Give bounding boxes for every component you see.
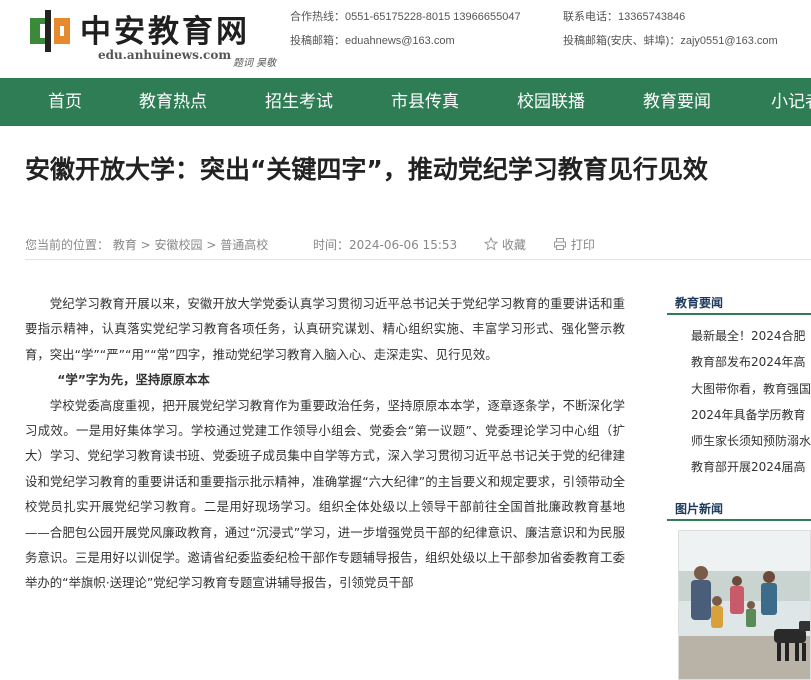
breadcrumb-path[interactable]: ： 教育 > 安徽校园 > 普通高校 bbox=[97, 238, 268, 252]
main-nav: 首页 教育热点 招生考试 市县传真 校园联播 教育要闻 小记者 bbox=[0, 78, 811, 126]
article-body: 党纪学习教育开展以来，安徽开放大学党委认真学习贯彻习近平总书记关于党纪学习教育的… bbox=[25, 291, 625, 596]
contact-email[interactable]: 投稿邮箱：eduahnews@163.com bbox=[290, 32, 455, 48]
logo-title: 中安教育网 bbox=[80, 14, 250, 50]
photo-news-illustration bbox=[679, 531, 810, 679]
favorite-button[interactable]: 收藏 bbox=[484, 236, 526, 253]
sidebar-news-item[interactable]: 2024年具备学历教育 bbox=[691, 402, 811, 428]
sidebar-news-list: 最新最全！2024合肥 教育部发布2024年高 大图带你看，教育强国 2024年… bbox=[691, 323, 811, 481]
nav-item-education-news[interactable]: 教育要闻 bbox=[643, 78, 711, 126]
paragraph: 党纪学习教育开展以来，安徽开放大学党委认真学习贯彻习近平总书记关于党纪学习教育的… bbox=[25, 296, 625, 362]
sidebar-photo-heading[interactable]: 图片新闻 bbox=[667, 497, 811, 521]
sidebar-photo-heading-label: 图片新闻 bbox=[675, 502, 724, 516]
star-icon bbox=[484, 237, 498, 251]
nav-item-young-reporter[interactable]: 小记者 bbox=[771, 78, 811, 126]
printer-icon bbox=[554, 238, 566, 250]
logo-signature: 题词 吴敬 bbox=[233, 58, 277, 69]
nav-item-campus[interactable]: 校园联播 bbox=[517, 78, 585, 126]
section-heading: “学”字为先，坚持原原本本 bbox=[57, 372, 210, 388]
sidebar-news-item[interactable]: 大图带你看，教育强国 bbox=[691, 376, 811, 402]
article-title: 安徽开放大学：突出“关键四字”，推动党纪学习教育见行见效 bbox=[25, 155, 708, 184]
paragraph: 学校党委高度重视，把开展党纪学习教育作为重要政治任务，坚持原原本本学，逐章逐条学… bbox=[25, 397, 625, 591]
favorite-label: 收藏 bbox=[501, 238, 526, 252]
meta-divider bbox=[25, 259, 811, 260]
site-logo[interactable]: 中安教育网 edu.anhuinews.com 题词 吴敬 bbox=[28, 6, 276, 70]
logo-url: edu.anhuinews.com bbox=[98, 48, 232, 62]
site-header: 中安教育网 edu.anhuinews.com 题词 吴敬 合作热线：0551-… bbox=[0, 0, 811, 78]
sidebar-news-item[interactable]: 教育部开展2024届高 bbox=[691, 454, 811, 480]
nav-item-home[interactable]: 首页 bbox=[48, 78, 82, 126]
photo-news-image[interactable] bbox=[678, 530, 811, 680]
print-label: 打印 bbox=[570, 238, 595, 252]
breadcrumb: 您当前的位置： 教育 > 安徽校园 > 普通高校 bbox=[25, 236, 268, 253]
sidebar-news-item[interactable]: 师生家长须知预防溺水 bbox=[691, 428, 811, 454]
contact-hotline: 合作热线：0551-65175228-8015 13966655047 bbox=[290, 11, 521, 23]
sidebar-news-item[interactable]: 教育部发布2024年高 bbox=[691, 349, 811, 375]
contact-email-2[interactable]: 投稿邮箱(安庆、蚌埠)：zajy0551@163.com bbox=[563, 32, 778, 48]
print-button[interactable]: 打印 bbox=[553, 236, 595, 253]
nav-item-admissions[interactable]: 招生考试 bbox=[265, 78, 333, 126]
nav-item-hot-topics[interactable]: 教育热点 bbox=[139, 78, 207, 126]
contact-phone: 联系电话：13365743846 bbox=[563, 11, 686, 23]
sidebar-news-heading-label: 教育要闻 bbox=[675, 296, 724, 310]
logo-mark-icon bbox=[30, 10, 70, 52]
sidebar-news-heading[interactable]: 教育要闻 bbox=[667, 291, 811, 315]
nav-item-city-county[interactable]: 市县传真 bbox=[391, 78, 459, 126]
publish-time: 时间：2024-06-06 15:53 bbox=[313, 238, 458, 252]
sidebar-news-item[interactable]: 最新最全！2024合肥 bbox=[691, 323, 811, 349]
location-label: 您当前的位置 bbox=[25, 238, 98, 252]
